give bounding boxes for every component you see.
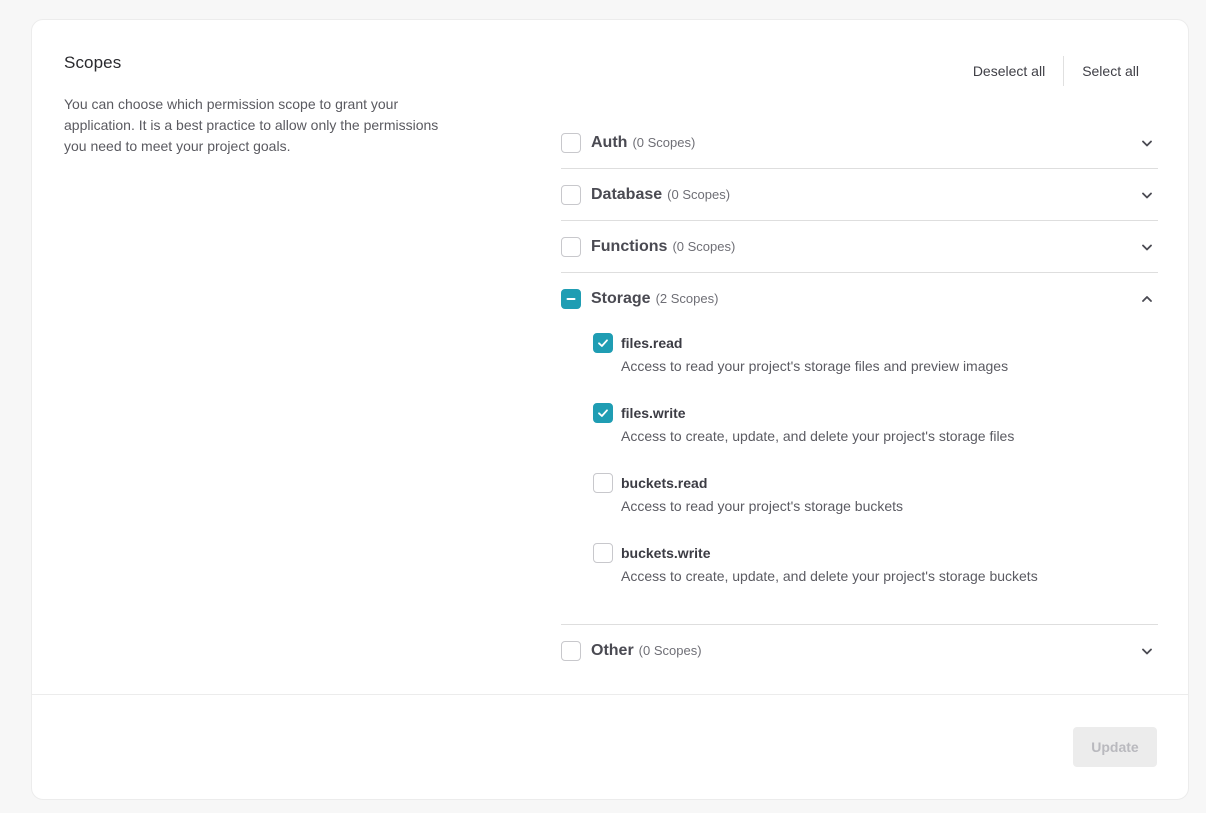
scope-item-files-write: files.write Access to create, update, an… [593, 402, 1158, 472]
check-icon [598, 339, 608, 347]
chevron-up-icon[interactable] [1140, 292, 1154, 306]
scope-item-checkbox[interactable] [593, 403, 613, 423]
scope-item-description: Access to read your project's storage bu… [621, 498, 904, 514]
deselect-all-button[interactable]: Deselect all [955, 63, 1063, 79]
select-all-button[interactable]: Select all [1064, 63, 1157, 79]
scope-group-storage-checkbox[interactable] [561, 288, 581, 309]
scope-group-count: (0 Scopes) [667, 187, 731, 202]
chevron-down-icon[interactable] [1140, 240, 1154, 254]
scope-group-database-header[interactable]: Database (0 Scopes) [561, 169, 1158, 220]
section-title: Scopes [64, 53, 122, 72]
scopes-intro: Scopes You can choose which permission s… [64, 53, 444, 157]
scope-item-checkbox[interactable] [593, 543, 613, 563]
scope-group-name: Database [591, 185, 663, 203]
scope-item-files-read: files.read Access to read your project's… [593, 332, 1158, 402]
minus-icon [566, 297, 576, 300]
scope-group-count: (2 Scopes) [655, 291, 719, 306]
scope-item-buckets-write: buckets.write Access to create, update, … [593, 542, 1158, 612]
scope-item-description: Access to read your project's storage fi… [621, 358, 1009, 374]
scope-item-checkbox[interactable] [593, 333, 613, 353]
chevron-down-icon[interactable] [1140, 644, 1154, 658]
scope-item-description: Access to create, update, and delete you… [621, 428, 1015, 444]
scope-group-auth: Auth (0 Scopes) [561, 117, 1158, 169]
scope-groups: Auth (0 Scopes) Database (0 Scopes) Func… [561, 117, 1158, 676]
scope-group-name: Other [591, 641, 634, 659]
scope-item-name: files.read [621, 335, 683, 351]
bulk-actions: Deselect all Select all [955, 56, 1157, 86]
scope-item-buckets-read: buckets.read Access to read your project… [593, 472, 1158, 542]
scope-group-name: Functions [591, 237, 668, 255]
scope-group-storage-header[interactable]: Storage (2 Scopes) [561, 273, 1158, 324]
footer-divider [32, 694, 1188, 695]
scope-item-name: files.write [621, 405, 686, 421]
scope-group-name: Auth [591, 133, 628, 151]
update-button[interactable]: Update [1073, 727, 1157, 767]
scope-group-functions-checkbox[interactable] [561, 236, 581, 257]
chevron-down-icon[interactable] [1140, 188, 1154, 202]
scope-group-functions: Functions (0 Scopes) [561, 221, 1158, 273]
scope-group-database: Database (0 Scopes) [561, 169, 1158, 221]
scope-group-other: Other (0 Scopes) [561, 625, 1158, 676]
scope-group-auth-header[interactable]: Auth (0 Scopes) [561, 117, 1158, 168]
chevron-down-icon[interactable] [1140, 136, 1154, 150]
scope-group-count: (0 Scopes) [632, 135, 696, 150]
scope-group-name: Storage [591, 289, 651, 307]
scope-item-name: buckets.write [621, 545, 711, 561]
scope-group-other-checkbox[interactable] [561, 640, 581, 661]
scopes-card: Scopes You can choose which permission s… [31, 19, 1189, 800]
check-icon [598, 409, 608, 417]
scope-item-checkbox[interactable] [593, 473, 613, 493]
scope-items: files.read Access to read your project's… [561, 324, 1158, 624]
scope-group-functions-header[interactable]: Functions (0 Scopes) [561, 221, 1158, 272]
scope-group-count: (0 Scopes) [672, 239, 736, 254]
scope-item-name: buckets.read [621, 475, 708, 491]
scope-group-other-header[interactable]: Other (0 Scopes) [561, 625, 1158, 676]
section-description: You can choose which permission scope to… [64, 96, 439, 154]
scope-group-count: (0 Scopes) [638, 643, 702, 658]
scope-group-auth-checkbox[interactable] [561, 132, 581, 153]
scope-group-storage: Storage (2 Scopes) files.read Access to … [561, 273, 1158, 625]
scope-item-description: Access to create, update, and delete you… [621, 568, 1038, 584]
scope-group-database-checkbox[interactable] [561, 184, 581, 205]
